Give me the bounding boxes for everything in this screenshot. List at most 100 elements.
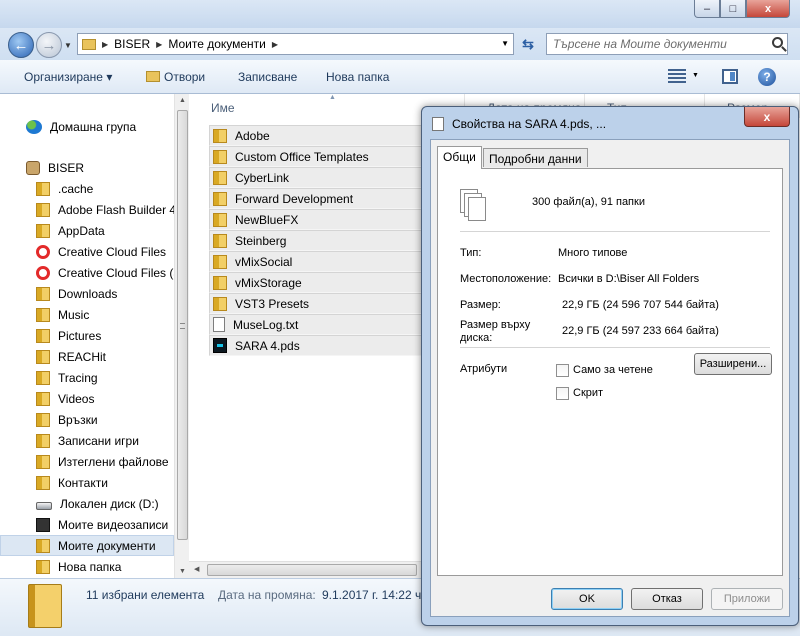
horizontal-scroll-thumb[interactable] [207, 564, 417, 576]
folder-icon [213, 254, 227, 269]
dialog-body: Общи Подробни данни 300 файл(а), 91 папк… [430, 139, 790, 617]
folder-icon [36, 475, 50, 490]
scroll-up-icon[interactable]: ▲ [179, 97, 186, 104]
minimize-button[interactable]: – [694, 0, 720, 18]
advanced-button[interactable]: Разширени... [694, 353, 772, 375]
forward-arrow-icon: → [41, 36, 57, 54]
sidebar-item-label: Домашна група [50, 119, 137, 134]
folder-icon [36, 328, 50, 343]
scroll-down-icon[interactable]: ▼ [179, 568, 186, 575]
help-icon[interactable]: ? [758, 68, 776, 86]
new-folder-button[interactable]: Нова папка [326, 70, 389, 84]
sidebar-item-contacts[interactable]: Контакти [0, 472, 174, 493]
sidebar-item-reachit[interactable]: REACHit [0, 346, 174, 367]
sidebar-item-homegroup[interactable]: Домашна група [0, 116, 174, 137]
folder-icon [213, 212, 227, 227]
folder-icon [213, 296, 227, 311]
change-view-icon[interactable] [668, 69, 686, 83]
multiple-files-icon [28, 584, 62, 628]
close-button[interactable]: x [746, 0, 790, 18]
search-input[interactable]: Търсене на Моите документи [546, 33, 788, 55]
chevron-right-icon[interactable]: ▶ [102, 40, 108, 49]
navigation-bar: ← → ▼ ▶ BISER ▶ Моите документи ▶ ▼ ⇆ Тъ… [0, 28, 800, 60]
address-dropdown-icon[interactable]: ▼ [501, 39, 509, 48]
preview-pane-icon[interactable] [722, 69, 738, 84]
window-titlebar[interactable]: – □ x [0, 0, 800, 28]
recent-pages-dropdown-icon[interactable]: ▼ [64, 41, 72, 50]
sidebar-item-label: Моите видеозаписи [58, 517, 169, 532]
sidebar-item-local-disk-d[interactable]: Локален диск (D:) [0, 493, 174, 514]
folder-icon [213, 149, 227, 164]
folder-icon [36, 559, 50, 574]
readonly-checkbox[interactable] [556, 364, 569, 377]
divider [460, 231, 770, 232]
breadcrumb-my-documents[interactable]: Моите документи [168, 37, 266, 51]
apply-button[interactable]: Приложи [711, 588, 783, 610]
sidebar-item-new-folder[interactable]: Нова папка [0, 556, 174, 577]
chevron-right-icon[interactable]: ▶ [156, 40, 162, 49]
sidebar-item-biser[interactable]: BISER [0, 157, 174, 178]
back-button[interactable]: ← [8, 32, 34, 58]
hidden-checkbox[interactable] [556, 387, 569, 400]
pds-file-icon [213, 338, 227, 353]
sidebar-item-label: Creative Cloud Files (a [58, 265, 174, 280]
view-dropdown-icon[interactable]: ▼ [692, 72, 699, 79]
user-folder-icon [26, 160, 40, 175]
sidebar-item-tracing[interactable]: Tracing [0, 367, 174, 388]
organize-button[interactable]: Организиране ▾ [24, 70, 112, 84]
sidebar-scroll-thumb[interactable] [177, 110, 188, 540]
file-name: VST3 Presets [235, 296, 310, 311]
hidden-label: Скрит [573, 387, 604, 399]
folder-icon [36, 349, 50, 364]
sidebar-item-label: .cache [58, 181, 94, 196]
sidebar-item-videos[interactable]: Videos [0, 388, 174, 409]
ok-button[interactable]: OK [551, 588, 623, 610]
location-label: Местоположение: [460, 273, 552, 285]
sidebar-item-links[interactable]: Връзки [0, 409, 174, 430]
sidebar-item-appdata[interactable]: AppData [0, 220, 174, 241]
file-name: CyberLink [235, 170, 290, 185]
creative-cloud-icon [36, 244, 50, 259]
open-button[interactable]: Отвори [146, 70, 205, 84]
burn-button[interactable]: Записване [238, 70, 297, 84]
dialog-close-button[interactable]: x [744, 107, 790, 127]
tab-details[interactable]: Подробни данни [483, 148, 588, 167]
sidebar-item-cache[interactable]: .cache [0, 178, 174, 199]
chevron-right-icon[interactable]: ▶ [272, 40, 278, 49]
file-name: SARA 4.pds [235, 338, 300, 353]
maximize-button[interactable]: □ [720, 0, 746, 18]
folder-icon [213, 275, 227, 290]
command-toolbar: Организиране ▾ Отвори Записване Нова пап… [0, 60, 800, 94]
folder-icon [36, 286, 50, 301]
folder-icon [36, 223, 50, 238]
forward-button[interactable]: → [36, 32, 62, 58]
tab-general[interactable]: Общи [437, 146, 482, 169]
sidebar-item-my-documents[interactable]: Моите документи [0, 535, 174, 556]
back-arrow-icon: ← [13, 36, 29, 54]
sidebar-item-creative-cloud[interactable]: Creative Cloud Files [0, 241, 174, 262]
sidebar-item-label: REACHit [58, 349, 107, 364]
search-icon[interactable] [772, 37, 783, 48]
file-name: Steinberg [235, 233, 287, 248]
sidebar-scrollbar[interactable]: ▲ ▼ [174, 94, 189, 578]
sidebar-item-my-videos[interactable]: Моите видеозаписи [0, 514, 174, 535]
horizontal-scrollbar[interactable]: ◀ [189, 561, 425, 578]
breadcrumb-biser[interactable]: BISER [114, 37, 150, 51]
search-placeholder: Търсене на Моите документи [553, 37, 727, 51]
sidebar-item-saved-games[interactable]: Записани игри [0, 430, 174, 451]
sidebar-item-adobe-flash-builder[interactable]: Adobe Flash Builder 4. [0, 199, 174, 220]
address-bar[interactable]: ▶ BISER ▶ Моите документи ▶ ▼ [77, 33, 514, 55]
sidebar-item-pictures[interactable]: Pictures [0, 325, 174, 346]
folder-icon [213, 128, 227, 143]
location-value: Всички в D:\Biser All Folders [558, 273, 700, 285]
sidebar-item-music[interactable]: Music [0, 304, 174, 325]
refresh-button[interactable]: ⇆ [516, 33, 540, 55]
sidebar-item-downloaded-files[interactable]: Изтеглени файлове [0, 451, 174, 472]
cancel-button[interactable]: Отказ [631, 588, 703, 610]
sidebar-item-creative-cloud-a[interactable]: Creative Cloud Files (a [0, 262, 174, 283]
sidebar-item-downloads[interactable]: Downloads [0, 283, 174, 304]
readonly-label: Само за четене [573, 364, 653, 376]
scroll-left-icon[interactable]: ◀ [194, 565, 199, 573]
window-controls: – □ x [694, 0, 790, 18]
general-tab-panel: 300 файл(а), 91 папки Тип: Много типове … [437, 168, 783, 576]
